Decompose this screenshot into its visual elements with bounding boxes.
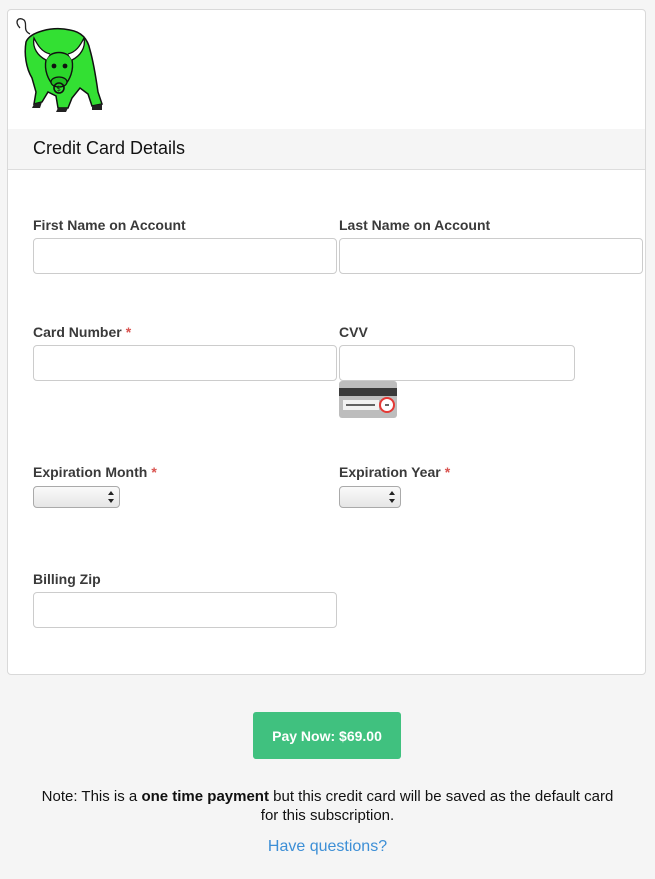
card-number-label: Card Number * — [33, 324, 131, 340]
card-number-label-text: Card Number — [33, 324, 122, 340]
exp-year-label-text: Expiration Year — [339, 464, 441, 480]
last-name-label-text: Last Name on Account — [339, 217, 491, 233]
note-emphasis: one time payment — [141, 788, 269, 805]
first-name-input[interactable] — [33, 238, 337, 274]
payment-panel: $ Credit Card Details — [7, 9, 646, 675]
svg-text:$: $ — [57, 85, 61, 93]
exp-month-label-text: Expiration Month — [33, 464, 148, 480]
billing-zip-label-text: Billing Zip — [33, 571, 101, 587]
cvv-label: CVV — [339, 324, 368, 340]
note-suffix: but this credit card will be saved as th… — [260, 788, 614, 824]
first-name-label: First Name on Account — [33, 217, 186, 233]
panel-heading: Credit Card Details — [8, 129, 645, 170]
billing-zip-input[interactable] — [33, 592, 337, 628]
cvv-label-text: CVV — [339, 324, 368, 340]
exp-month-select[interactable] — [33, 486, 120, 508]
pay-now-button[interactable]: Pay Now: $69.00 — [253, 712, 401, 759]
billing-zip-label: Billing Zip — [33, 571, 101, 587]
logo-area: $ — [8, 10, 645, 130]
cvv-input[interactable] — [339, 345, 575, 381]
last-name-input[interactable] — [339, 238, 643, 274]
exp-year-label: Expiration Year * — [339, 464, 450, 480]
note-prefix: Note: This is a — [41, 788, 142, 805]
last-name-label: Last Name on Account — [339, 217, 490, 233]
select-arrows-icon — [108, 491, 114, 503]
select-arrows-icon — [389, 491, 395, 503]
exp-year-select[interactable] — [339, 486, 401, 508]
required-marker: * — [125, 324, 132, 340]
exp-month-label: Expiration Month * — [33, 464, 157, 480]
payment-note: Note: This is a one time payment but thi… — [40, 787, 615, 825]
card-number-input[interactable] — [33, 345, 337, 381]
required-marker: * — [151, 464, 157, 480]
first-name-label-text: First Name on Account — [33, 217, 186, 233]
cvv-card-back-icon — [339, 381, 397, 418]
panel-title: Credit Card Details — [33, 138, 186, 158]
required-marker: * — [444, 464, 451, 480]
green-bull-logo: $ — [16, 18, 103, 112]
have-questions-link[interactable]: Have questions? — [0, 838, 655, 856]
